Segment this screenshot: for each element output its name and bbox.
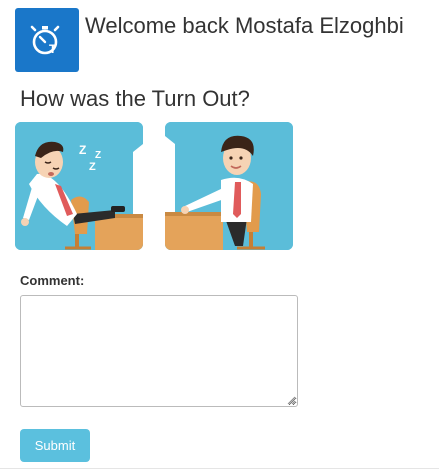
attentive-employee-illustration <box>165 122 293 250</box>
svg-text:Z: Z <box>95 150 101 161</box>
welcome-text: Welcome back Mostafa Elzoghbi <box>85 13 404 38</box>
svg-text:Z: Z <box>79 143 86 157</box>
page: T Welcome back Mostafa Elzoghbi How was … <box>0 0 439 471</box>
app-logo: T <box>15 8 79 72</box>
stopwatch-icon: T <box>30 25 60 56</box>
comment-textarea[interactable] <box>20 295 298 407</box>
sleeping-employee-illustration: Z Z Z <box>15 122 143 250</box>
svg-text:Z: Z <box>89 161 96 173</box>
awake-choice-option[interactable] <box>165 122 293 250</box>
resize-handle-icon[interactable] <box>286 395 296 405</box>
divider <box>0 468 439 469</box>
svg-text:T: T <box>49 42 57 56</box>
comment-label: Comment: <box>20 273 85 288</box>
submit-button[interactable]: Submit <box>20 429 90 462</box>
question-heading: How was the Turn Out? <box>20 86 250 111</box>
sleepy-choice-option[interactable]: Z Z Z <box>15 122 143 250</box>
